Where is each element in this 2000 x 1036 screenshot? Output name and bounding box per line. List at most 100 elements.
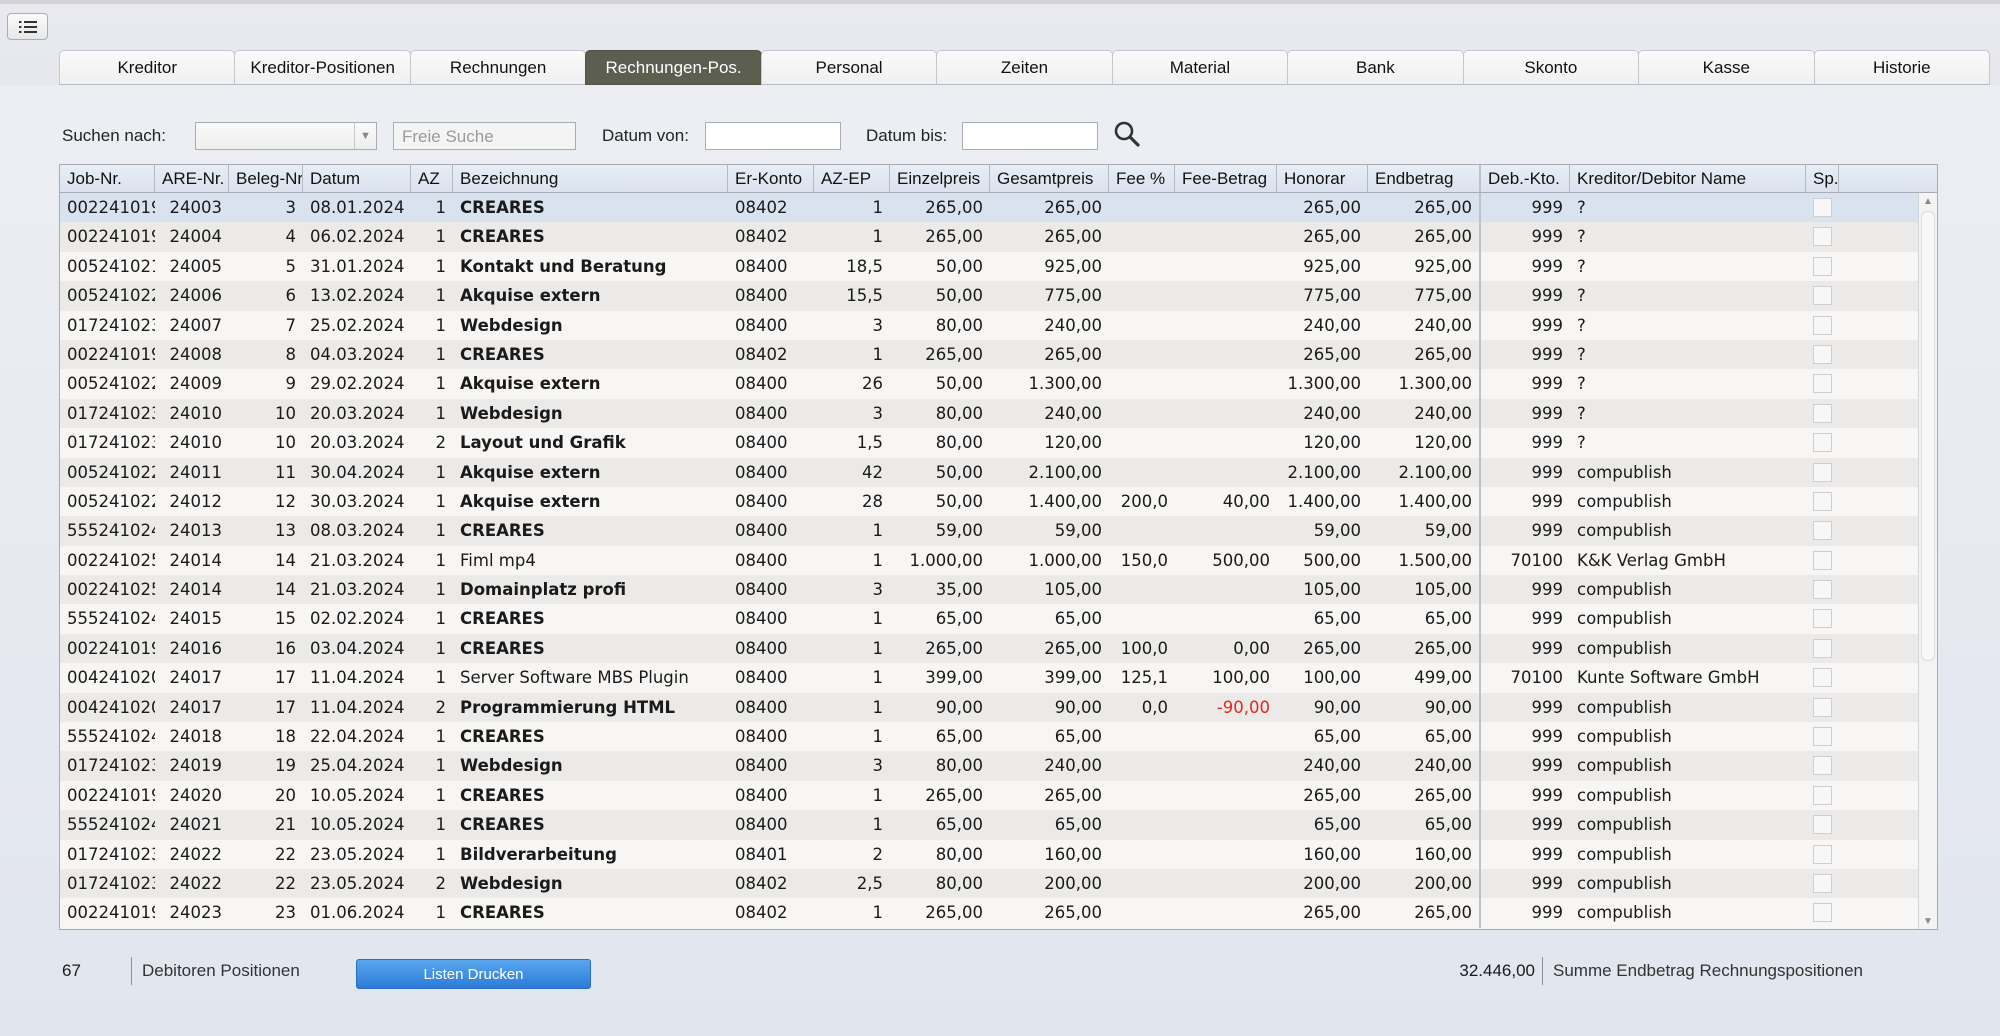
date-from-input[interactable]	[705, 122, 841, 150]
cell-gesamtpreis: 65,00	[1054, 609, 1102, 629]
header-col-beleg-nr[interactable]: Beleg-Nr.	[229, 165, 303, 192]
sp-checkbox[interactable]	[1813, 491, 1832, 511]
tab-kreditor[interactable]: Kreditor	[59, 50, 236, 85]
tab-personal[interactable]: Personal	[760, 50, 938, 85]
header-col-honorar[interactable]: Honorar	[1277, 165, 1368, 192]
sp-checkbox[interactable]	[1813, 697, 1832, 717]
header-col-az-ep[interactable]: AZ-EP	[814, 165, 890, 192]
scroll-down-icon[interactable]: ▼	[1919, 913, 1937, 929]
tab-material[interactable]: Material	[1111, 50, 1289, 85]
cell-beleg-nr: 23	[275, 903, 296, 923]
header-col-fee-percent[interactable]: Fee %	[1109, 165, 1175, 192]
table-row[interactable]: 002241019 24004 4 06.02.2024 1 CREARES 08402 1 2…	[60, 222, 1937, 252]
header-col-er-konto[interactable]: Er-Konto	[728, 165, 814, 192]
table-row[interactable]: 555241024 24015 15 02.02.2024 1 CREARES 08400 1…	[60, 604, 1937, 634]
sp-checkbox[interactable]	[1813, 198, 1832, 217]
date-to-input[interactable]	[962, 122, 1098, 150]
search-icon[interactable]	[1113, 120, 1141, 148]
table-row[interactable]: 017241023 24022 22 23.05.2024 1 Bildverarbeit…	[60, 839, 1937, 869]
header-col-einzelpreis[interactable]: Einzelpreis	[890, 165, 990, 192]
header-col-kreditor-debitor-name[interactable]: Kreditor/Debitor Name	[1570, 165, 1806, 192]
sp-checkbox[interactable]	[1813, 374, 1832, 394]
table-row[interactable]: 005241022 24012 12 30.03.2024 1 Akquise exter…	[60, 486, 1937, 517]
table-row[interactable]: 002241019 24003 3 08.01.2024 1 CREARES 08402 1 2…	[60, 193, 1937, 223]
scrollbar-thumb[interactable]	[1921, 211, 1935, 661]
list-menu-button[interactable]	[7, 13, 48, 40]
sp-checkbox[interactable]	[1813, 785, 1832, 805]
sp-checkbox[interactable]	[1813, 433, 1832, 453]
sp-checkbox[interactable]	[1813, 580, 1832, 600]
table-row[interactable]: 017241023 24010 10 20.03.2024 2 Layout und Gr…	[60, 428, 1937, 458]
free-search-input[interactable]: Freie Suche	[393, 122, 576, 150]
table-row[interactable]: 002241019 24016 16 03.04.2024 1 CREARES 08400 1…	[60, 633, 1937, 664]
sp-checkbox[interactable]	[1813, 668, 1832, 688]
header-col-deb-kto[interactable]: Deb.-Kto.	[1481, 165, 1570, 192]
header-col-sp[interactable]: Sp.	[1806, 165, 1839, 192]
table-row[interactable]: 555241024 24013 13 08.03.2024 1 CREARES 08400 1…	[60, 516, 1937, 546]
sp-checkbox[interactable]	[1813, 727, 1832, 747]
table-row[interactable]: 555241024 24021 21 10.05.2024 1 CREARES 08400 1…	[60, 810, 1937, 840]
table-row[interactable]: 005241021 24005 5 31.01.2024 1 Kontakt und Be…	[60, 251, 1937, 282]
sp-checkbox[interactable]	[1813, 344, 1832, 364]
cell-fee-percent: 150,0	[1120, 550, 1168, 570]
table-row[interactable]: 017241023 24010 10 20.03.2024 1 Webdesign 0840…	[60, 398, 1937, 429]
sp-checkbox[interactable]	[1813, 521, 1832, 541]
search-field-combo[interactable]: ▼	[195, 122, 377, 150]
cell-are-nr: 24021	[169, 815, 223, 835]
tab-skonto[interactable]: Skonto	[1462, 50, 1640, 85]
header-col-fee-betrag[interactable]: Fee-Betrag	[1175, 165, 1277, 192]
header-col-endbetrag[interactable]: Endbetrag	[1368, 165, 1481, 192]
sp-checkbox[interactable]	[1813, 609, 1832, 629]
table-row[interactable]: 004241020 24017 17 11.04.2024 2 Programmierun…	[60, 692, 1937, 723]
sp-checkbox[interactable]	[1813, 256, 1832, 276]
tab-rechnungen[interactable]: Rechnungen	[409, 50, 587, 85]
table-row[interactable]: 005241022 24009 9 29.02.2024 1 Akquise extern…	[60, 369, 1937, 399]
sp-checkbox[interactable]	[1813, 286, 1832, 306]
sp-checkbox[interactable]	[1813, 844, 1832, 864]
cell-are-nr: 24020	[169, 785, 223, 805]
header-col-are-nr[interactable]: ARE-Nr.	[155, 165, 229, 192]
table-row[interactable]: 002241025 24014 14 21.03.2024 1 Fiml mp4 08400…	[60, 545, 1937, 576]
table-row[interactable]: 002241019 24020 20 10.05.2024 1 CREARES 08400 1…	[60, 780, 1937, 811]
table-row[interactable]: 004241020 24017 17 11.04.2024 1 Server Softwa…	[60, 663, 1937, 693]
scroll-up-icon[interactable]: ▲	[1919, 193, 1937, 209]
table-row[interactable]: 555241024 24018 18 22.04.2024 1 CREARES 08400 1…	[60, 722, 1937, 752]
table-row[interactable]: 017241023 24022 22 23.05.2024 2 Webdesign 0840…	[60, 868, 1937, 899]
sp-checkbox[interactable]	[1813, 873, 1832, 893]
header-col-gesamtpreis[interactable]: Gesamtpreis	[990, 165, 1109, 192]
chevron-down-icon[interactable]: ▼	[354, 123, 376, 149]
table-row[interactable]: 002241019 24008 8 04.03.2024 1 CREARES 08402 1 2…	[60, 339, 1937, 370]
sp-checkbox[interactable]	[1813, 403, 1832, 423]
tab-bank[interactable]: Bank	[1287, 50, 1464, 85]
tab-kasse[interactable]: Kasse	[1638, 50, 1815, 85]
sp-checkbox[interactable]	[1813, 315, 1832, 335]
table-row[interactable]: 005241022 24011 11 30.04.2024 1 Akquise exter…	[60, 457, 1937, 487]
sp-checkbox[interactable]	[1813, 550, 1832, 570]
cell-az-ep: 3	[872, 756, 884, 776]
table-row[interactable]: 017241023 24007 7 25.02.2024 1 Webdesign 08400…	[60, 310, 1937, 340]
sp-checkbox[interactable]	[1813, 638, 1832, 658]
cell-are-nr: 24004	[169, 227, 223, 247]
print-lists-button[interactable]: Listen Drucken	[356, 959, 591, 989]
cell-kreditor-debitor-name: compublish	[1577, 815, 1672, 835]
table-row[interactable]: 005241022 24006 6 13.02.2024 1 Akquise extern…	[60, 281, 1937, 311]
sp-checkbox[interactable]	[1813, 815, 1832, 835]
table-row[interactable]: 002241019 24023 23 01.06.2024 1 CREARES 08402 1…	[60, 898, 1937, 928]
cell-job-nr: 017241023	[67, 756, 155, 776]
cell-datum: 22.04.2024	[310, 727, 405, 747]
tab-historie[interactable]: Historie	[1813, 50, 1990, 85]
header-col-bezeichnung[interactable]: Bezeichnung	[453, 165, 728, 192]
tab-kreditor-positionen[interactable]: Kreditor-Positionen	[234, 50, 411, 85]
sp-checkbox[interactable]	[1813, 903, 1832, 923]
sp-checkbox[interactable]	[1813, 462, 1832, 482]
vertical-scrollbar[interactable]: ▲ ▼	[1918, 193, 1937, 929]
header-col-datum[interactable]: Datum	[303, 165, 411, 192]
sp-checkbox[interactable]	[1813, 756, 1832, 776]
tab-zeiten[interactable]: Zeiten	[936, 50, 1113, 85]
header-col-job-nr[interactable]: Job-Nr.	[60, 165, 155, 192]
sp-checkbox[interactable]	[1813, 227, 1832, 247]
table-row[interactable]: 017241023 24019 19 25.04.2024 1 Webdesign 0840…	[60, 751, 1937, 781]
table-row[interactable]: 002241025 24014 14 21.03.2024 1 Domainplatz p…	[60, 575, 1937, 605]
header-col-az[interactable]: AZ	[411, 165, 453, 192]
tab-rechnungen-pos[interactable]: Rechnungen-Pos.	[585, 50, 762, 85]
